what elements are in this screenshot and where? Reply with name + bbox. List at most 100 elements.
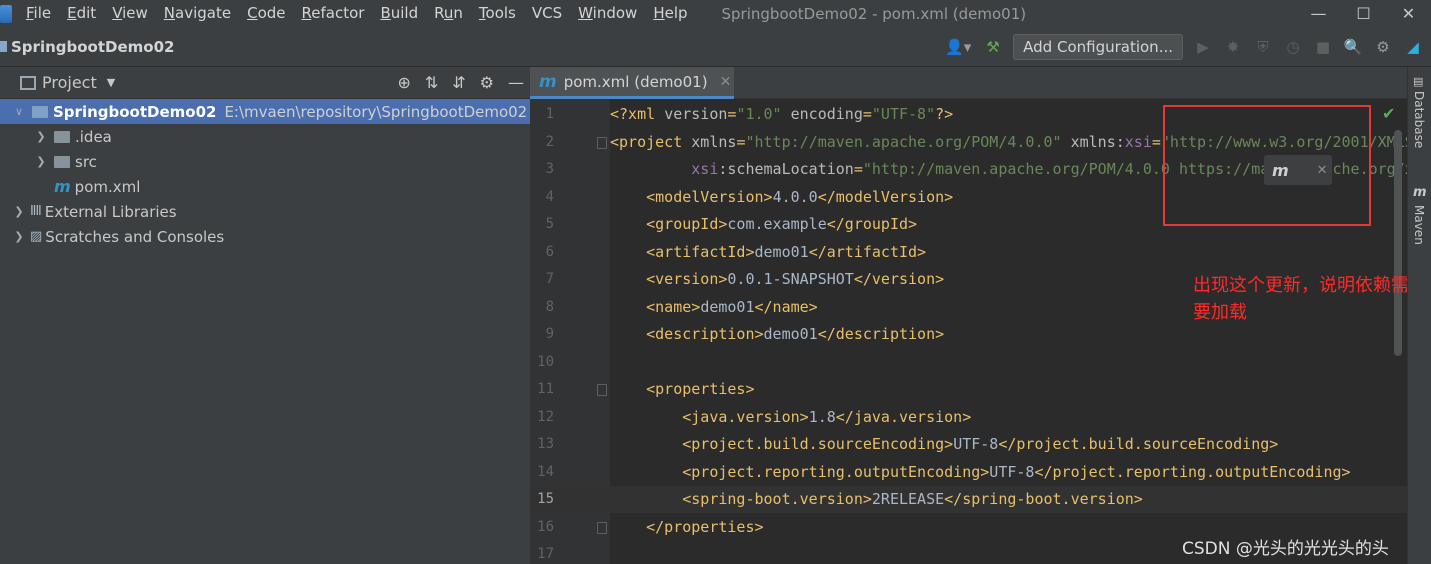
code-token: 4.0.0	[772, 187, 818, 206]
breadcrumb-project[interactable]: SpringbootDemo02	[11, 38, 174, 56]
code-token: :schemaLocation	[718, 160, 854, 178]
menu-tools[interactable]: Tools	[471, 0, 524, 27]
tree-item[interactable]: ❯ ⅡⅡ External Libraries	[0, 199, 530, 224]
add-configuration-button[interactable]: Add Configuration...	[1013, 34, 1183, 60]
settings-gear-icon[interactable]: ⚙	[1373, 37, 1393, 57]
profile-icon[interactable]: ◷	[1283, 37, 1303, 57]
menu-edit[interactable]: Edit	[59, 0, 104, 27]
code-line[interactable]: <java.version>1.8</java.version>	[610, 404, 971, 431]
tree-item[interactable]: ❯ ▨ Scratches and Consoles	[0, 224, 530, 249]
tree-item[interactable]: m pom.xml	[0, 174, 530, 199]
close-tab-icon[interactable]: ✕	[720, 74, 732, 90]
code-token: <modelVersion>	[646, 187, 773, 206]
code-line[interactable]: <spring-boot.version>2RELEASE</spring-bo…	[610, 486, 1143, 513]
menu-run[interactable]: Run	[426, 0, 471, 27]
line-number: 3	[545, 161, 554, 177]
project-tree: ∨ SpringbootDemo02 E:\mvaen\repository\Spr…	[0, 99, 530, 249]
code-token: xsi	[1124, 132, 1152, 151]
chevron-down-icon[interactable]: ∨	[12, 105, 26, 118]
tree-item-path: E:\mvaen\repository\SpringbootDemo02	[224, 102, 528, 121]
menu-code[interactable]: Code	[239, 0, 293, 27]
code-line[interactable]: <?xml version="1.0" encoding="UTF-8"?>	[610, 101, 953, 128]
menu-items: File Edit View Navigate Code Refactor Build Run…	[18, 0, 696, 27]
code-line[interactable]: <project.build.sourceEncoding>UTF-8</pro…	[610, 431, 1278, 458]
menu-refactor[interactable]: Refactor	[294, 0, 373, 27]
database-tool-button[interactable]: Database	[1412, 91, 1426, 148]
code-line[interactable]: <version>0.0.1-SNAPSHOT</version>	[610, 266, 944, 293]
debug-icon[interactable]: ✸	[1223, 37, 1243, 57]
code-token: </modelVersion>	[817, 187, 954, 206]
menu-vcs[interactable]: VCS	[524, 0, 570, 27]
build-hammer-icon[interactable]: ⚒	[983, 37, 1003, 57]
chevron-right-icon[interactable]: ❯	[34, 155, 48, 168]
code-token: </project.reporting.outputEncoding>	[1034, 462, 1351, 481]
fold-marker-icon[interactable]	[597, 521, 607, 534]
code-token: </spring-boot.version>	[944, 490, 1143, 508]
watermark: CSDN @光头的光光头的头	[1182, 539, 1389, 559]
code-line[interactable]: </properties>	[610, 514, 764, 541]
line-number: 16	[537, 518, 554, 535]
project-tool-window: Project ▼ ⊕ ⇅ ⇵ ⚙ — ∨ SpringbootDemo02 E:\…	[0, 67, 530, 564]
code-token: </version>	[853, 270, 945, 288]
menu-help[interactable]: Help	[645, 0, 695, 27]
code-line[interactable]: <project.reporting.outputEncoding>UTF-8<…	[610, 459, 1351, 486]
code-token: xmlns:	[1061, 132, 1125, 151]
code-line[interactable]: <description>demo01</description>	[610, 321, 944, 348]
tree-item[interactable]: ❯ src	[0, 149, 530, 174]
code-token: <artifactId>	[646, 242, 755, 261]
menu-view[interactable]: View	[104, 0, 156, 27]
run-icon[interactable]: ▶	[1193, 37, 1213, 57]
database-icon[interactable]: ▤	[1413, 75, 1423, 88]
code-line[interactable]: <name>demo01</name>	[610, 294, 818, 321]
tree-item[interactable]: ❯ .idea	[0, 124, 530, 149]
chevron-down-icon[interactable]: ▼	[107, 76, 115, 89]
minimize-icon[interactable]: —	[1296, 0, 1341, 27]
code-token: demo01	[700, 297, 755, 316]
code-token: UTF-8	[953, 435, 999, 453]
expand-all-icon[interactable]: ⇅	[425, 73, 438, 92]
stop-icon[interactable]: ■	[1313, 37, 1333, 57]
code-token: </properties>	[646, 517, 764, 536]
code-token: version	[664, 105, 728, 123]
panel-settings-gear-icon[interactable]: ⚙	[480, 73, 494, 92]
code-token: UTF-8	[989, 462, 1035, 481]
collapse-all-icon[interactable]: ⇵	[452, 73, 465, 92]
code-line[interactable]: <groupId>com.example</groupId>	[610, 211, 917, 238]
chevron-right-icon[interactable]: ❯	[34, 130, 48, 143]
fold-marker-icon[interactable]	[597, 136, 607, 149]
hide-panel-icon[interactable]: —	[508, 73, 524, 92]
search-icon[interactable]: 🔍	[1343, 37, 1363, 57]
menu-navigate[interactable]: Navigate	[156, 0, 239, 27]
code-token: encoding	[781, 105, 863, 123]
inspection-ok-icon[interactable]: ✔	[1382, 104, 1395, 123]
code-token: "1.0"	[736, 105, 782, 123]
tree-item[interactable]: ∨ SpringbootDemo02 E:\mvaen\repository\Spr…	[0, 99, 530, 124]
code-line[interactable]: <artifactId>demo01</artifactId>	[610, 239, 926, 266]
maximize-icon[interactable]: ☐	[1341, 0, 1386, 27]
maven-icon[interactable]: m	[1413, 185, 1427, 200]
code-token: <properties>	[646, 380, 755, 398]
breadcrumb[interactable]: SpringbootDemo02	[0, 38, 174, 56]
line-number: 11	[537, 381, 554, 397]
menu-build[interactable]: Build	[372, 0, 426, 27]
toolbox-icon[interactable]: ◢	[1403, 37, 1423, 57]
code-line[interactable]: <modelVersion>4.0.0</modelVersion>	[610, 184, 953, 211]
tab-pom-xml[interactable]: m pom.xml (demo01) ✕	[530, 67, 734, 99]
editor-gutter: 1 2 3 4 5 6 7 8 9 10 11 12 13 14 15 16 17	[530, 99, 610, 564]
menu-file[interactable]: File	[18, 0, 59, 27]
project-panel-title[interactable]: Project	[42, 73, 97, 92]
maven-tool-button[interactable]: Maven	[1412, 205, 1426, 245]
editor-tab-bar: m pom.xml (demo01) ✕	[530, 67, 1407, 99]
menu-window[interactable]: Window	[570, 0, 645, 27]
chevron-right-icon[interactable]: ❯	[12, 205, 26, 218]
close-icon[interactable]: ✕	[1386, 0, 1431, 27]
code-token: =	[853, 160, 863, 178]
coverage-icon[interactable]: ⛨	[1253, 37, 1273, 57]
fold-marker-icon[interactable]	[597, 384, 607, 396]
tab-label[interactable]: pom.xml (demo01)	[564, 73, 708, 91]
line-number: 7	[545, 271, 554, 287]
code-line[interactable]: <properties>	[610, 376, 755, 403]
locate-file-icon[interactable]: ⊕	[397, 73, 410, 92]
user-icon[interactable]: 👤▾	[943, 37, 973, 57]
chevron-right-icon[interactable]: ❯	[12, 230, 26, 243]
